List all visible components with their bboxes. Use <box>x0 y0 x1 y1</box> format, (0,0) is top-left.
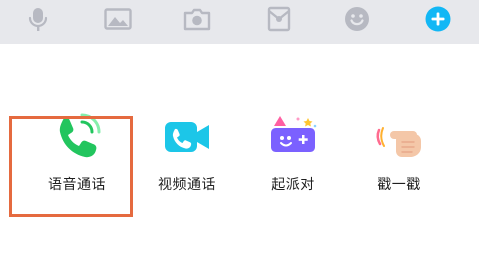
video-call-icon <box>165 122 209 152</box>
selection-highlight <box>9 116 133 217</box>
camera-icon <box>183 8 211 31</box>
poke-icon <box>376 127 421 157</box>
party-label: 起派对 <box>271 177 315 193</box>
party-game-icon <box>271 116 317 152</box>
plus-icon <box>425 6 451 32</box>
toolbar-plus-button[interactable] <box>422 5 454 33</box>
image-icon <box>104 8 132 30</box>
toolbar-camera-button[interactable] <box>181 5 213 33</box>
toolbar-red-packet-button[interactable] <box>263 5 295 33</box>
input-toolbar <box>0 0 479 44</box>
toolbar-emoji-button[interactable] <box>341 5 373 33</box>
emoji-icon <box>345 7 369 31</box>
party-button[interactable]: 起派对 <box>243 112 343 212</box>
poke-button[interactable]: 戳一戳 <box>349 112 449 212</box>
red-packet-icon <box>267 6 291 32</box>
toolbar-microphone-button[interactable] <box>22 5 54 33</box>
toolbar-image-button[interactable] <box>102 5 134 33</box>
poke-label: 戳一戳 <box>377 177 421 193</box>
microphone-icon <box>28 8 48 31</box>
